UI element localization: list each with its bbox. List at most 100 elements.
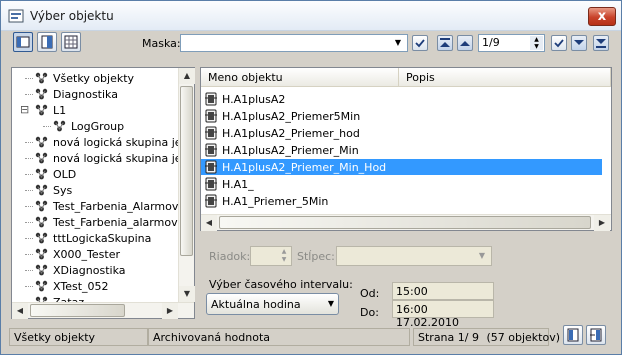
group-icon — [34, 263, 50, 277]
object-name: H.A1plusA2_Priemer_hod — [222, 127, 360, 140]
spin-up-icon[interactable]: ▲ — [278, 248, 290, 256]
table-row[interactable]: H.A1_ — [201, 176, 602, 192]
group-icon — [52, 119, 68, 133]
group-icon — [34, 295, 50, 302]
tree-scroll-thumb[interactable] — [180, 86, 193, 256]
apply-page-button[interactable] — [551, 35, 567, 51]
tree-connector-line — [25, 142, 33, 143]
close-button[interactable]: x — [588, 7, 616, 26]
status-page: 1/ 9 — [457, 331, 479, 344]
table-row[interactable]: H.A1plusA2 — [201, 91, 602, 107]
tree-item-label: nová logická skupina je to — [53, 136, 178, 149]
group-icon — [34, 279, 50, 293]
title-bar[interactable]: Výber objektu x — [1, 1, 621, 31]
column-header-name[interactable]: Meno objektu — [201, 68, 399, 87]
page-spinner[interactable]: 1/9 ▲ ▼ — [478, 34, 545, 52]
status-type-text: Archivovaná hodnota — [153, 331, 271, 344]
status-type: Archivovaná hodnota — [148, 328, 410, 346]
tree-vertical-scrollbar[interactable]: ▲ ▼ — [178, 68, 195, 302]
previous-page-button[interactable] — [457, 35, 473, 51]
table-row[interactable]: H.A1plusA2_Priemer5Min — [201, 108, 602, 124]
archive-object-icon — [204, 126, 218, 140]
group-icon — [34, 183, 50, 197]
first-page-button[interactable] — [437, 35, 453, 51]
tree-item-label: X000_Tester — [53, 248, 120, 261]
ok-button[interactable] — [586, 325, 606, 345]
to-label: Do: — [360, 306, 379, 319]
chevron-down-icon: ▼ — [394, 38, 402, 47]
object-list[interactable]: H.A1plusA2 H.A1plusA2_Priemer5Min H.A1plus… — [201, 91, 611, 213]
list-horizontal-scrollbar[interactable]: ◀ ▶ — [201, 214, 611, 231]
table-row[interactable]: H.A1plusA2_Priemer_Min_Hod — [201, 159, 602, 175]
group-icon — [34, 87, 50, 101]
object-name: H.A1plusA2 — [222, 93, 286, 106]
row-spinner[interactable]: ▲ ▼ — [250, 246, 292, 266]
group-tree-panel[interactable]: Všetky objekty Diagnostika ⊟ L1 LogGroup nová… — [11, 67, 195, 319]
object-selection-window: Výber objektu x Maska: ▼ 1/9 ▲ ▼ Všetky … — [0, 0, 622, 355]
tree-connector-line — [25, 286, 33, 287]
previous-page-icon — [460, 41, 470, 46]
archive-object-icon — [204, 109, 218, 123]
tree-item-label: LogGroup — [71, 120, 125, 133]
scroll-up-icon[interactable]: ▲ — [179, 68, 195, 84]
group-icon — [34, 103, 50, 117]
interval-dropdown[interactable]: Aktuálna hodina ▼ — [206, 293, 339, 315]
tree-item-label: tttLogickaSkupina — [53, 232, 152, 245]
status-count: (57 objektov) — [486, 331, 561, 344]
archive-object-icon — [204, 177, 218, 191]
tree-connector-line — [25, 190, 33, 191]
tree-connector-line — [25, 254, 33, 255]
interval-label: Výber časového intervalu: — [209, 278, 353, 291]
scroll-left-icon[interactable]: ◀ — [201, 215, 217, 231]
list-hscroll-thumb[interactable] — [219, 216, 591, 229]
from-field: 15:00 17.02.2010 — [392, 282, 494, 311]
tree-connector-line — [25, 206, 33, 207]
view-grid-button[interactable] — [61, 32, 81, 52]
filter-label: Maska: — [142, 37, 181, 50]
status-paging: Strana 1/ 9 (57 objektov) — [413, 328, 560, 346]
column-header-description[interactable]: Popis — [399, 68, 611, 87]
collapse-toggle-icon[interactable]: ⊟ — [20, 103, 29, 116]
tree-item-label: XDiagnostika — [53, 264, 126, 277]
object-name: H.A1_Priemer_5Min — [222, 195, 329, 208]
object-list-panel[interactable]: Meno objektu Popis H.A1plusA2 H.A1plusA2_… — [200, 67, 612, 231]
scroll-right-icon[interactable]: ▶ — [162, 303, 178, 319]
table-row[interactable]: H.A1_Priemer_5Min — [201, 193, 602, 209]
scroll-down-icon[interactable]: ▼ — [179, 286, 195, 302]
object-name: H.A1plusA2_Priemer_Min_Hod — [222, 161, 387, 174]
filter-input[interactable]: ▼ — [180, 34, 408, 52]
table-row[interactable]: H.A1plusA2_Priemer_hod — [201, 125, 602, 141]
tree-horizontal-scrollbar[interactable]: ◀ ▶ — [12, 302, 194, 319]
tree-item-label: XTest_052 — [53, 280, 109, 293]
object-name: H.A1_ — [222, 178, 254, 191]
tree-connector-line — [25, 78, 33, 79]
group-icon — [34, 231, 50, 245]
column-label: Stĺpec: — [297, 250, 335, 263]
checkmark-icon — [554, 39, 564, 48]
tree-connector-line — [25, 238, 33, 239]
tree-connector-line — [25, 158, 33, 159]
table-row[interactable]: H.A1plusA2_Priemer_Min — [201, 142, 602, 158]
spin-down-icon[interactable]: ▼ — [278, 256, 290, 264]
object-name: H.A1plusA2_Priemer5Min — [222, 110, 361, 123]
group-icon — [34, 247, 50, 261]
last-page-button[interactable] — [593, 35, 609, 51]
apply-filter-button[interactable] — [412, 35, 428, 51]
view-book-button[interactable] — [37, 32, 57, 52]
column-header-description-label: Popis — [406, 71, 435, 84]
tree-hscroll-thumb[interactable] — [30, 304, 125, 317]
scroll-left-icon[interactable]: ◀ — [12, 303, 28, 319]
cancel-button[interactable] — [563, 325, 583, 345]
scroll-right-icon[interactable]: ▶ — [594, 215, 610, 231]
spin-down-icon[interactable]: ▼ — [530, 43, 543, 50]
group-tree[interactable]: Všetky objekty Diagnostika ⊟ L1 LogGroup nová… — [12, 68, 178, 302]
group-icon — [34, 135, 50, 149]
tree-item-label: Test_Farbenia_alarmov1 — [53, 216, 178, 229]
view-tree-button[interactable] — [13, 32, 33, 52]
next-page-button[interactable] — [571, 35, 587, 51]
spin-up-icon[interactable]: ▲ — [530, 36, 543, 43]
tree-item-label: Všetky objekty — [53, 72, 135, 85]
archive-object-icon — [204, 194, 218, 208]
column-select[interactable]: ▼ — [336, 246, 492, 266]
tree-item-label: Test_Farbenia_Alarmov_2 — [53, 200, 178, 213]
